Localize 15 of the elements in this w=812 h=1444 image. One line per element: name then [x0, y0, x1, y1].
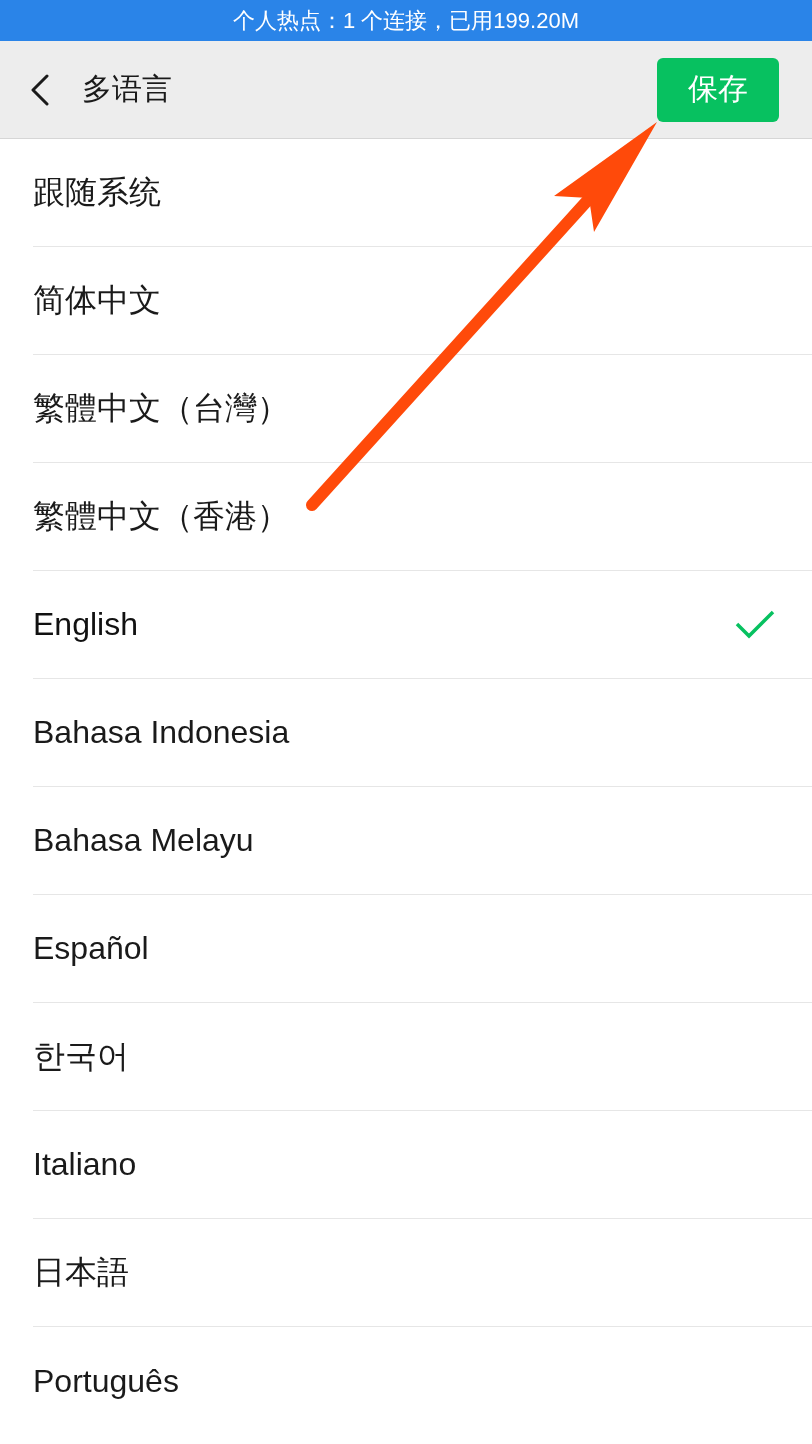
language-option[interactable]: Português [33, 1327, 812, 1435]
check-icon [735, 609, 775, 640]
language-option[interactable]: 日本語 [33, 1219, 812, 1327]
language-option[interactable]: 한국어 [33, 1003, 812, 1111]
language-option[interactable]: Bahasa Indonesia [33, 679, 812, 787]
language-option[interactable]: English [33, 571, 812, 679]
status-text: 个人热点：1 个连接，已用199.20M [233, 6, 579, 35]
language-option[interactable]: Español [33, 895, 812, 1003]
language-option[interactable]: 简体中文 [33, 247, 812, 355]
language-option[interactable]: Italiano [33, 1111, 812, 1219]
page-title: 多语言 [82, 71, 173, 107]
language-option[interactable]: Bahasa Melayu [33, 787, 812, 895]
language-option[interactable]: 繁體中文（香港） [33, 463, 812, 571]
back-icon[interactable] [30, 73, 50, 106]
language-option[interactable]: 繁體中文（台灣） [33, 355, 812, 463]
